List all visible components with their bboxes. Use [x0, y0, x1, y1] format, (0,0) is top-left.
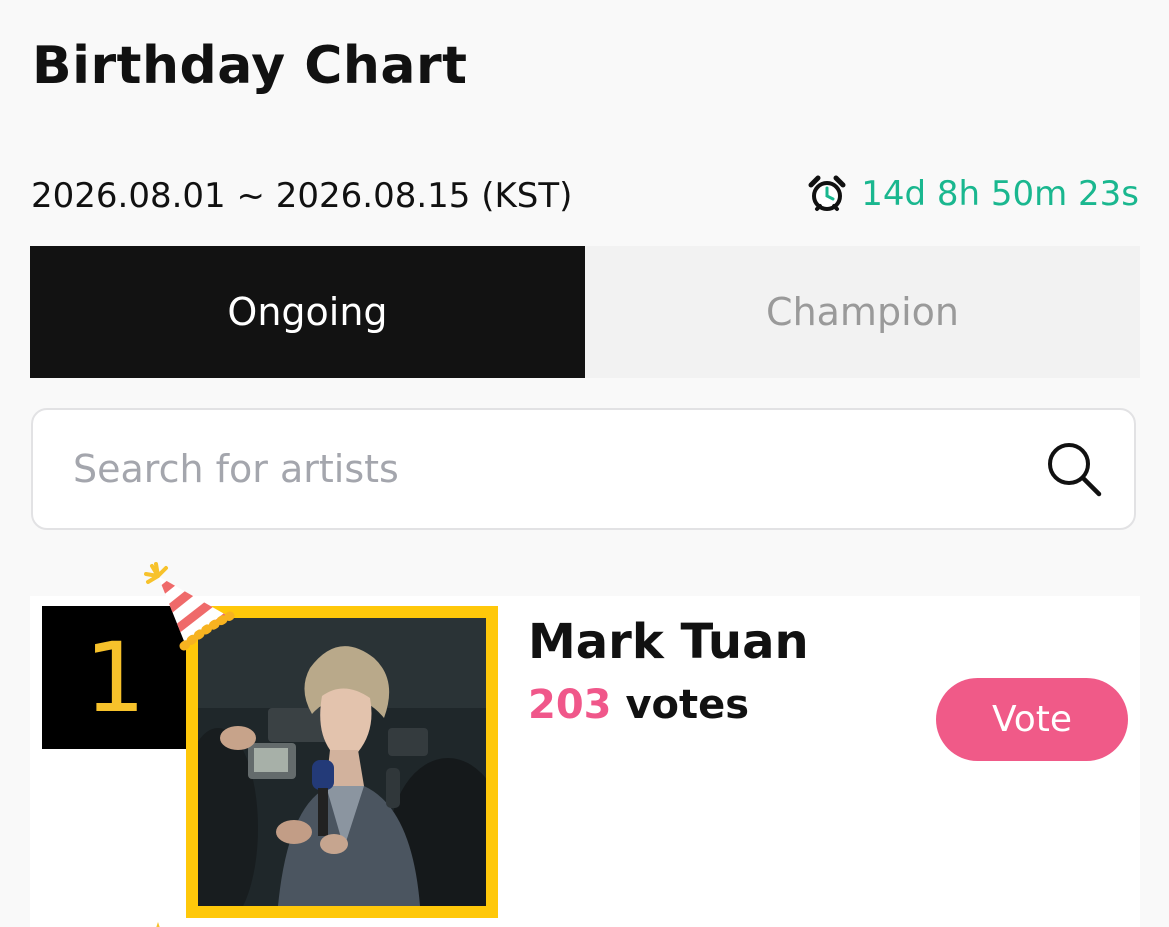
page-title: Birthday Chart — [32, 36, 468, 96]
tab-champion[interactable]: Champion — [585, 246, 1140, 378]
vote-summary: 203 votes — [528, 682, 749, 728]
chart-period: 2026.08.01 ~ 2026.08.15 (KST) — [31, 176, 573, 216]
tab-ongoing[interactable]: Ongoing — [30, 246, 585, 378]
search-input[interactable] — [71, 446, 1042, 492]
search-bar — [31, 408, 1136, 530]
search-icon[interactable] — [1042, 437, 1106, 501]
vote-count: 203 — [528, 682, 612, 728]
birthday-chart-page: Birthday Chart 2026.08.01 ~ 2026.08.15 (… — [0, 0, 1169, 927]
countdown-timer: 14d 8h 50m 23s — [807, 174, 1139, 214]
alarm-clock-icon — [807, 174, 847, 214]
vote-unit: votes — [625, 682, 750, 728]
artist-photo — [198, 618, 486, 906]
party-hat-icon — [140, 552, 240, 657]
countdown-text: 14d 8h 50m 23s — [861, 174, 1139, 214]
sparkle-icon — [148, 918, 168, 927]
vote-button[interactable]: Vote — [936, 678, 1128, 761]
chart-tabs: Ongoing Champion — [30, 246, 1140, 378]
artist-name: Mark Tuan — [528, 614, 809, 670]
